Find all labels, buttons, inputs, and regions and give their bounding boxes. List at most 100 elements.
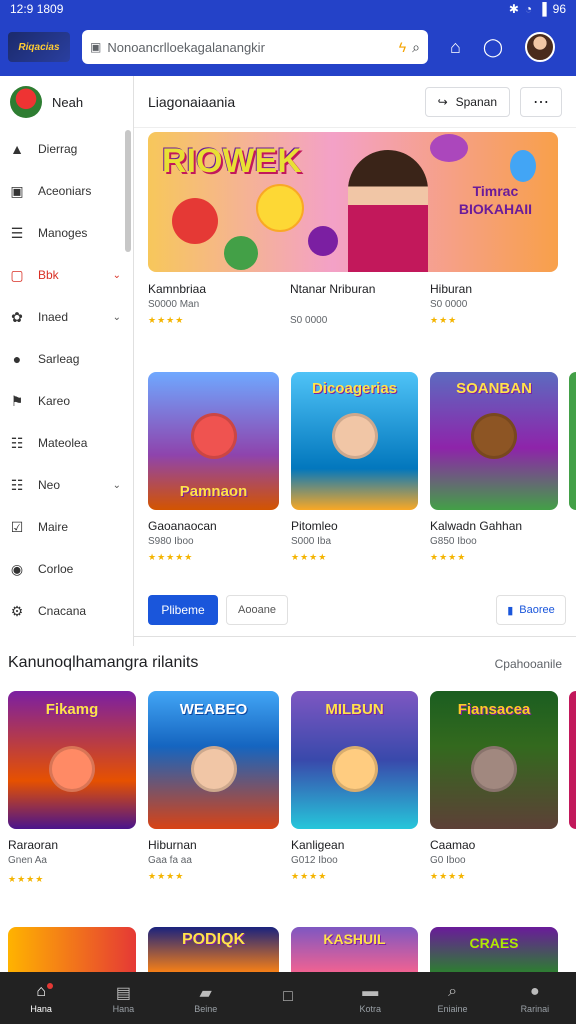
sidebar-item-label: Aceoniars [38,184,92,198]
rating-stars: ★★★★ [291,871,328,881]
sidebar-item-10[interactable]: ◉ Corloe [0,548,133,590]
nav-games[interactable]: ▤ Hana [93,983,153,1014]
pin-icon: ◉ [10,560,24,577]
flag-icon: ⚑ [10,392,24,409]
game-tile[interactable]: PODIQK [148,927,279,972]
smiley-decor [256,184,304,232]
banner-subtitle-line1: Timrac [472,183,519,199]
search-icon[interactable]: ⌕ [412,39,420,56]
card-title[interactable]: Ntanar Nriburan [290,282,375,296]
tile-art-title: Fikamg [45,701,99,718]
tile-art-title: PODIQK [181,931,246,948]
tile-art-title: CRAES [469,935,519,951]
game-tile[interactable]: Dicoagerias [291,372,418,510]
featured-banner[interactable]: RIOWEK Timrac BIOKAHAII [148,132,558,272]
book-icon: ▤ [115,984,131,1002]
panel-header: Liagonaiaania ↪ Spanan ⋯ [134,76,576,128]
sidebar-item-9[interactable]: ☑ Maire [0,506,133,548]
flash-icon[interactable]: ϟ [399,39,406,55]
grid-icon: ☷ [10,476,24,493]
sidebar-item-8[interactable]: ☷ Neo ⌄ [0,464,133,506]
nav-apps[interactable]: ▰ Beine [176,983,236,1014]
game-tile-partial[interactable] [569,372,576,510]
save-button[interactable]: ▮ Baoree [496,595,566,625]
nav-profile[interactable]: ● Rarinai [505,983,565,1014]
game-tile[interactable]: Fiansacea [430,691,558,829]
nav-label: Eniaine [437,1003,468,1014]
character-art [471,746,517,793]
game-tile[interactable]: CRAES [430,927,558,972]
share-icon: ↪ [437,94,448,109]
search-bar[interactable]: ▣ Nonoancrlloekagalanangkir ϟ ⌕ [82,30,428,64]
card-subtitle: S000 Iba [291,536,332,547]
more-button[interactable]: ⋯ [520,86,562,117]
sidebar-item-label: Corloe [38,562,74,576]
sidebar-item-1[interactable]: ▣ Aceoniars [0,170,133,212]
sidebar-item-label: Neo [38,478,61,492]
sidebar-scrollbar[interactable] [125,130,131,252]
game-tile[interactable]: KASHUIL [291,927,418,972]
sidebar-item-0[interactable]: ▲ Dierrag [0,128,133,170]
share-button[interactable]: ↪ Spanan [424,86,510,117]
card-title[interactable]: Hiburnan [148,838,197,852]
sidebar-item-3[interactable]: ▢ Bbk ⌄ [0,254,133,296]
nav-center[interactable]: □ [258,988,318,1009]
sidebar-item-11[interactable]: ⚙ Cnacana [0,590,133,632]
nav-home[interactable]: ⌂ Hana [11,982,71,1014]
section-title: Kanunoqlhamangra rilanits [8,654,199,671]
see-all-link[interactable]: Cpahooanile [495,657,562,671]
account-icon[interactable]: ⌂ [450,37,461,58]
card-title[interactable]: Raraoran [8,838,58,852]
game-tile-partial[interactable] [569,691,576,829]
primary-button[interactable]: Plibeme [148,595,218,625]
character-art [331,746,378,793]
panel-title: Liagonaiaania [148,93,236,110]
game-tile[interactable]: Pamnaon [148,372,279,510]
game-tile[interactable] [8,927,136,972]
folder-icon: ▬ [362,982,379,1000]
bluetooth-icon: ✱ [508,2,519,16]
sidebar-item-5[interactable]: ● Sarleag [0,338,133,380]
search-input[interactable]: Nonoancrlloekagalanangkir [107,40,392,55]
rating-stars: ★★★★★ [148,552,194,562]
nav-label: Rarinai [520,1003,550,1014]
game-tile[interactable]: MILBUN [291,691,418,829]
card-title[interactable]: Hiburan [430,282,472,296]
sidebar-item-6[interactable]: ⚑ Kareo [0,380,133,422]
nav-search[interactable]: ⌕ Eniaine [423,983,483,1014]
tile-art-title: Fiansacea [457,701,531,718]
chat-icon[interactable]: ◯ [483,37,503,58]
rating-stars: ★★★★ [148,871,185,881]
nav-label: Hana [112,1003,135,1014]
signal-icon: ▐ [538,2,547,16]
card-title[interactable]: Kanligean [291,838,344,852]
game-tile[interactable]: SOANBAN [430,372,558,510]
sidebar-item-7[interactable]: ☷ Mateolea [0,422,133,464]
avatar[interactable] [525,32,556,62]
card-title[interactable]: Pitomleo [291,519,338,533]
secondary-button[interactable]: Aooane [226,595,288,625]
divider [134,636,576,637]
notification-dot [47,982,54,989]
card-title[interactable]: Kalwadn Gahhan [430,519,522,533]
card-title[interactable]: Caamao [430,838,475,852]
doc-icon: ☷ [10,434,24,451]
app-logo[interactable]: Riqacias [8,32,70,62]
character-art [471,413,517,460]
game-tile[interactable]: WEABEO [148,691,279,829]
sidebar-item-label: Bbk [38,268,59,282]
balloon-decor [510,150,536,182]
card-subtitle: S980 Iboo [148,536,194,547]
sidebar-item-label: Inaed [38,310,69,324]
card-title[interactable]: Kamnbriaa [148,282,206,296]
sidebar-item-2[interactable]: ☰ Manoges [0,212,133,254]
card-subtitle: G0 Iboo [430,855,466,866]
card-title[interactable]: Gaoanaocan [148,519,217,533]
sidebar-item-label: Mateolea [38,436,88,450]
check-icon: ☑ [10,518,24,535]
character-art [331,413,378,460]
game-tile[interactable]: Fikamg [8,691,136,829]
sidebar-item-4[interactable]: ✿ Inaed ⌄ [0,296,133,338]
sidebar-profile[interactable]: Neah [0,76,133,128]
nav-library[interactable]: ▬ Kotra [340,983,400,1014]
